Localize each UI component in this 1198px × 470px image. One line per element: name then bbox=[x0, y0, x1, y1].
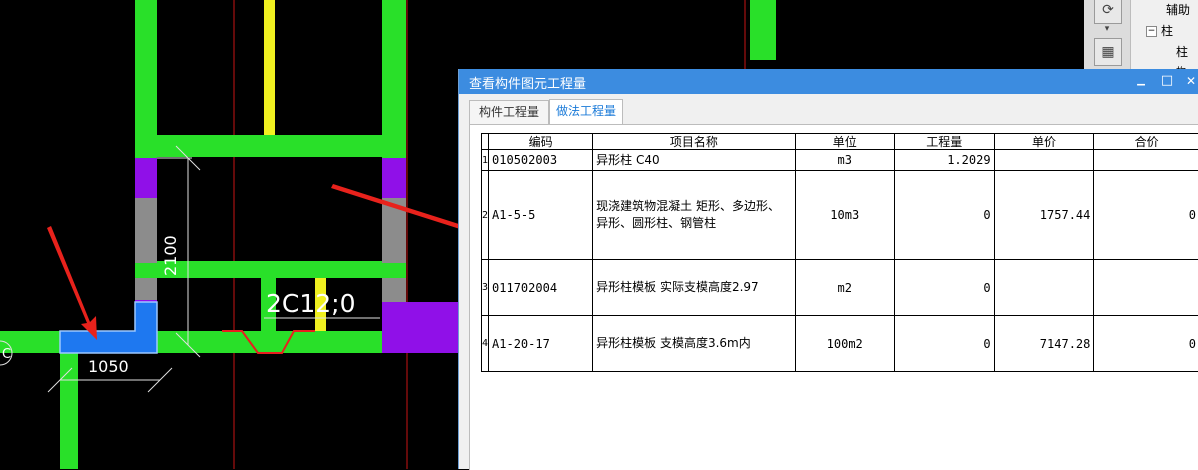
cell-unit[interactable]: 10m3 bbox=[795, 171, 894, 260]
rebar-label: 2C12;0 bbox=[266, 289, 356, 318]
cell-quantity[interactable]: 0 bbox=[894, 316, 994, 372]
row-number: 4 bbox=[482, 316, 489, 372]
cell-unit[interactable]: m3 bbox=[795, 150, 894, 171]
cell-total-price[interactable] bbox=[1094, 260, 1198, 316]
quantity-table: 编码 项目名称 单位 工程量 单价 合价 1 010502003 异形柱 C40… bbox=[481, 133, 1198, 372]
table-header-row: 编码 项目名称 单位 工程量 单价 合价 bbox=[482, 134, 1198, 150]
minimize-button[interactable]: ▁ bbox=[1131, 71, 1151, 91]
row-number: 2 bbox=[482, 171, 489, 260]
cell-total-price[interactable] bbox=[1094, 150, 1198, 171]
cell-unit-price[interactable] bbox=[994, 260, 1094, 316]
maximize-button[interactable]: □ bbox=[1157, 71, 1177, 91]
refresh-icon[interactable]: ⟳ bbox=[1094, 0, 1122, 24]
column-header-unit-price[interactable]: 单价 bbox=[994, 134, 1094, 150]
tab-content: 编码 项目名称 单位 工程量 单价 合价 1 010502003 异形柱 C40… bbox=[469, 124, 1198, 470]
column-header-code[interactable]: 编码 bbox=[489, 134, 593, 150]
quantity-dialog: 查看构件图元工程量 ▁ □ ✕ 构件工程量 做法工程量 编码 项目名称 单位 工… bbox=[458, 69, 1198, 469]
cell-name[interactable]: 异形柱模板 实际支模高度2.97 bbox=[593, 260, 795, 316]
tab-component-quantity[interactable]: 构件工程量 bbox=[469, 100, 549, 124]
cell-total-price[interactable]: 0 bbox=[1094, 316, 1198, 372]
cell-quantity[interactable]: 0 bbox=[894, 171, 994, 260]
column-purple bbox=[135, 158, 458, 353]
table-row[interactable]: 4 A1-20-17 异形柱模板 支模高度3.6m内 100m2 0 7147.… bbox=[482, 316, 1198, 372]
grid-icon[interactable]: ▦ bbox=[1094, 38, 1122, 66]
row-number-header bbox=[482, 134, 489, 150]
tree-item[interactable]: 辅助 bbox=[1166, 1, 1190, 18]
axis-bubble-label: C bbox=[2, 347, 11, 362]
cell-quantity[interactable]: 0 bbox=[894, 260, 994, 316]
column-header-quantity[interactable]: 工程量 bbox=[894, 134, 994, 150]
side-panel: ⟳ ▾ ▦ 辅助 −柱 柱 构 bbox=[1084, 0, 1198, 72]
selected-column[interactable] bbox=[60, 302, 157, 353]
row-number: 3 bbox=[482, 260, 489, 316]
tree-item-column-group[interactable]: −柱 bbox=[1146, 22, 1173, 39]
dimension-vertical-label: 2100 bbox=[161, 235, 180, 276]
cell-unit[interactable]: 100m2 bbox=[795, 316, 894, 372]
tree-item[interactable]: 柱 bbox=[1176, 43, 1188, 60]
cell-name[interactable]: 现浇建筑物混凝土 矩形、多边形、异形、圆形柱、钢管柱 bbox=[593, 171, 795, 260]
component-tree: 辅助 −柱 柱 构 bbox=[1132, 0, 1198, 72]
row-number: 1 bbox=[482, 150, 489, 171]
chevron-down-icon[interactable]: ▾ bbox=[1094, 24, 1120, 34]
tree-item-label: 柱 bbox=[1161, 24, 1173, 38]
table-row[interactable]: 3 011702004 异形柱模板 实际支模高度2.97 m2 0 bbox=[482, 260, 1198, 316]
table-row[interactable]: 2 A1-5-5 现浇建筑物混凝土 矩形、多边形、异形、圆形柱、钢管柱 10m3… bbox=[482, 171, 1198, 260]
table-row[interactable]: 1 010502003 异形柱 C40 m3 1.2029 bbox=[482, 150, 1198, 171]
collapse-icon[interactable]: − bbox=[1146, 26, 1157, 37]
dialog-title: 查看构件图元工程量 bbox=[469, 73, 586, 92]
column-header-unit[interactable]: 单位 bbox=[795, 134, 894, 150]
side-toolbar: ⟳ ▾ ▦ bbox=[1084, 0, 1131, 72]
cell-total-price[interactable]: 0 bbox=[1094, 171, 1198, 260]
cell-code[interactable]: 010502003 bbox=[489, 150, 593, 171]
cell-unit-price[interactable]: 7147.28 bbox=[994, 316, 1094, 372]
cell-quantity[interactable]: 1.2029 bbox=[894, 150, 994, 171]
cell-code[interactable]: 011702004 bbox=[489, 260, 593, 316]
yellow-rebar bbox=[264, 0, 275, 135]
cell-code[interactable]: A1-20-17 bbox=[489, 316, 593, 372]
column-header-total-price[interactable]: 合价 bbox=[1094, 134, 1198, 150]
dimension-horizontal-label: 1050 bbox=[88, 357, 129, 376]
cell-name[interactable]: 异形柱模板 支模高度3.6m内 bbox=[593, 316, 795, 372]
cell-unit-price[interactable] bbox=[994, 150, 1094, 171]
close-button[interactable]: ✕ bbox=[1181, 71, 1198, 91]
cell-code[interactable]: A1-5-5 bbox=[489, 171, 593, 260]
dialog-titlebar[interactable]: 查看构件图元工程量 ▁ □ ✕ bbox=[459, 69, 1198, 94]
cell-name[interactable]: 异形柱 C40 bbox=[593, 150, 795, 171]
column-header-name[interactable]: 项目名称 bbox=[593, 134, 795, 150]
tab-method-quantity[interactable]: 做法工程量 bbox=[549, 99, 623, 124]
cell-unit[interactable]: m2 bbox=[795, 260, 894, 316]
cell-unit-price[interactable]: 1757.44 bbox=[994, 171, 1094, 260]
